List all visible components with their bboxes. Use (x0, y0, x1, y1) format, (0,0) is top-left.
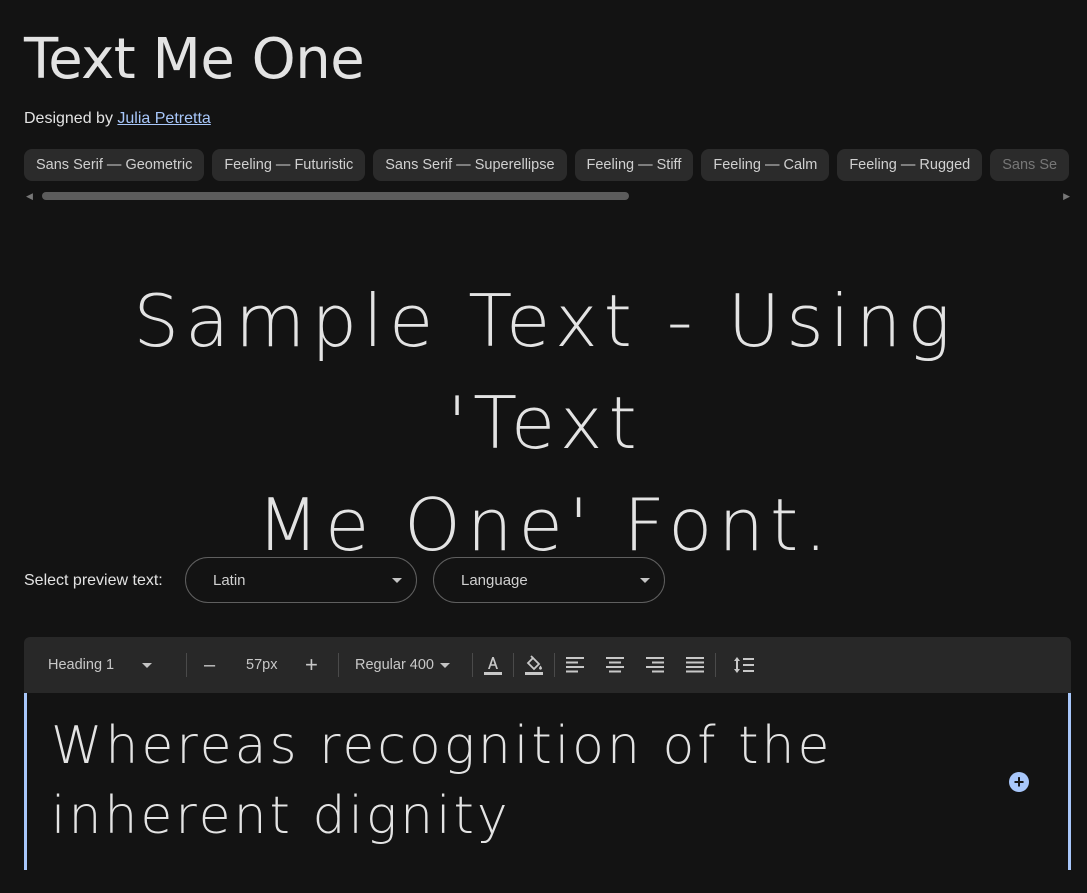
preview-text-label: Select preview text: (24, 572, 163, 589)
editor-toolbar: Heading 1 – 57px + Regular 400 (24, 637, 1071, 693)
tags-scrollbar[interactable]: ◀ ▶ (24, 190, 1072, 202)
scroll-thumb[interactable] (42, 192, 629, 200)
style-select[interactable]: Heading 1 (48, 637, 153, 693)
scroll-left-icon[interactable]: ◀ (26, 190, 33, 202)
highlight-color-icon[interactable] (522, 653, 546, 677)
weight-select[interactable]: Regular 400 (355, 637, 450, 693)
tag-chip[interactable]: Sans Se (990, 149, 1070, 181)
editor-text[interactable]: Whereas recognition of the inherent dign… (51, 711, 951, 851)
increase-size-button[interactable]: + (305, 637, 318, 693)
add-circle-icon[interactable]: + (1009, 772, 1029, 792)
align-left-icon[interactable] (563, 653, 587, 677)
align-right-icon[interactable] (643, 653, 667, 677)
chevron-down-icon (440, 662, 450, 668)
chevron-down-icon (142, 662, 153, 668)
tag-chip[interactable]: Feeling — Stiff (574, 149, 694, 181)
language-dropdown-value: Language (461, 572, 528, 589)
line-height-icon[interactable] (732, 653, 756, 677)
toolbar-divider (338, 653, 339, 677)
toolbar-divider (554, 653, 555, 677)
tag-chip[interactable]: Sans Serif — Geometric (24, 149, 205, 181)
language-dropdown[interactable]: Language (433, 557, 665, 603)
chevron-down-icon (392, 578, 402, 583)
script-dropdown[interactable]: Latin (185, 557, 417, 603)
sample-text: Sample Text - Using 'Text Me One' Font. (30, 270, 1060, 576)
tag-chip[interactable]: Feeling — Calm (701, 149, 830, 181)
designer-link[interactable]: Julia Petretta (117, 110, 210, 127)
toolbar-divider (513, 653, 514, 677)
designer-credit: Designed by Julia Petretta (24, 110, 211, 128)
scroll-right-icon[interactable]: ▶ (1063, 190, 1070, 202)
sample-line-1: Sample Text - Using 'Text (133, 279, 957, 465)
designed-by-label: Designed by (24, 110, 113, 127)
style-select-value: Heading 1 (48, 657, 115, 673)
align-justify-icon[interactable] (683, 653, 707, 677)
toolbar-divider (186, 653, 187, 677)
tag-list: Sans Serif — Geometric Feeling — Futurist… (24, 149, 1087, 182)
tag-chip[interactable]: Sans Serif — Superellipse (373, 149, 567, 181)
preview-editor[interactable]: Whereas recognition of the inherent dign… (24, 693, 1071, 870)
font-title: Text Me One (24, 27, 365, 92)
font-size-value[interactable]: 57px (246, 637, 277, 693)
toolbar-divider (715, 653, 716, 677)
toolbar-divider (472, 653, 473, 677)
align-center-icon[interactable] (603, 653, 627, 677)
chevron-down-icon (640, 578, 650, 583)
tag-chip[interactable]: Feeling — Rugged (837, 149, 983, 181)
script-dropdown-value: Latin (213, 572, 246, 589)
text-color-icon[interactable] (481, 653, 505, 677)
tag-chip[interactable]: Feeling — Futuristic (212, 149, 366, 181)
weight-select-value: Regular 400 (355, 657, 434, 673)
decrease-size-button[interactable]: – (204, 637, 215, 693)
